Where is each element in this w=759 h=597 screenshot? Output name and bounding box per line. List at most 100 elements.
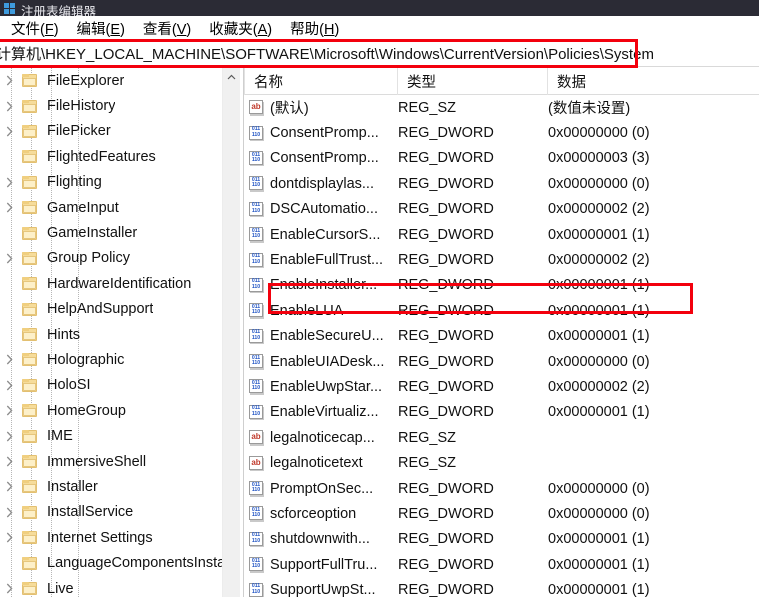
chevron-right-icon[interactable] [0,101,18,112]
tree-item[interactable]: Installer [0,474,240,499]
tree-item[interactable]: Group Policy [0,246,240,271]
table-row[interactable]: 011 110 EnableUwpStar... REG_DWORD 0x0000000… [244,374,759,399]
menu-favorites[interactable]: 收藏夹(A) [200,16,281,41]
chevron-right-icon[interactable] [0,202,18,213]
dword-value-icon: 011 110 [248,125,265,142]
value-name-cell: 011 110 shutdownwith... [244,531,398,548]
value-name-cell: ab legalnoticetext [244,455,398,472]
folder-icon [18,556,40,570]
value-name-cell: 011 110 EnableUwpStar... [244,379,398,395]
chevron-right-icon[interactable] [0,481,18,492]
registry-values-list[interactable]: ab (默认) REG_SZ (数值未设置) 011 110 ConsentPromp...… [244,95,759,597]
value-type: REG_DWORD [398,150,494,167]
column-header-data[interactable]: 数据 [548,68,759,95]
table-row[interactable]: 011 110 DSCAutomatio... REG_DWORD 0x00000002… [244,197,759,222]
tree-item[interactable]: HomeGroup [0,398,240,423]
chevron-right-icon[interactable] [0,177,18,188]
table-row[interactable]: 011 110 EnableFullTrust... REG_DWORD 0x00000… [244,247,759,272]
dword-value-icon: 011 110 [248,557,265,573]
tree-item[interactable]: FileHistory [0,93,240,118]
column-header-type[interactable]: 类型 [398,68,548,95]
chevron-right-icon[interactable] [0,456,18,467]
chevron-right-icon[interactable] [0,354,18,365]
tree-item-label: HelpAndSupport [47,301,154,318]
chevron-right-icon[interactable] [0,405,18,416]
menu-view[interactable]: 查看(V) [134,16,200,41]
chevron-right-icon[interactable] [0,532,18,543]
value-type: REG_DWORD [398,353,494,370]
tree-item[interactable]: FlightedFeatures [0,144,240,169]
tree-item[interactable]: LanguageComponentsInstaller [0,550,240,575]
value-type: REG_DWORD [398,556,494,573]
chevron-right-icon[interactable] [0,253,18,264]
tree-item[interactable]: Hints [0,322,240,347]
table-row[interactable]: 011 110 scforceoption REG_DWORD 0x00000000 (… [244,501,759,526]
tree-item[interactable]: GameInput [0,195,240,220]
registry-tree[interactable]: FileExplorer FileHistory FilePicker Flighte… [0,68,240,597]
chevron-right-icon[interactable] [0,126,18,137]
dword-value-icon: 011 110 [248,176,265,192]
table-row[interactable]: 011 110 EnableInstaller... REG_DWORD 0x00000… [244,273,759,298]
tree-item-label: HomeGroup [47,402,126,419]
menu-file[interactable]: 文件(F) [2,16,68,41]
table-row[interactable]: 011 110 ConsentPromp... REG_DWORD 0x00000000… [244,120,759,145]
value-name-cell: 011 110 scforceoption [244,506,398,522]
table-row[interactable]: ab legalnoticetext REG_SZ [244,450,759,475]
value-type: REG_DWORD [398,328,494,345]
column-header-name[interactable]: 名称 [244,68,398,95]
table-row[interactable]: 011 110 ConsentPromp... REG_DWORD 0x00000003… [244,146,759,171]
registry-tree-pane[interactable]: FileExplorer FileHistory FilePicker Flighte… [0,68,240,597]
menu-edit[interactable]: 编辑(E) [68,16,134,41]
value-name: shutdownwith... [270,531,370,548]
tree-item[interactable]: HoloSI [0,373,240,398]
table-row[interactable]: 011 110 SupportFullTru... REG_DWORD 0x000000… [244,552,759,577]
chevron-up-icon[interactable] [223,68,240,85]
folder-icon [18,455,40,469]
table-row[interactable]: 011 110 PromptOnSec... REG_DWORD 0x00000000 … [244,476,759,501]
tree-scrollbar[interactable] [222,68,240,597]
chevron-right-icon[interactable] [0,507,18,518]
value-name: ConsentPromp... [270,150,379,167]
table-row[interactable]: 011 110 EnableVirtualiz... REG_DWORD 0x00000… [244,400,759,425]
table-row[interactable]: 011 110 EnableLUA REG_DWORD 0x00000001 (1) [244,298,759,323]
tree-item[interactable]: Holographic [0,347,240,372]
registry-values-pane[interactable]: 名称 类型 数据 ab (默认) REG_SZ (数值未设置) 011 110 Consen… [244,68,759,597]
address-bar[interactable]: 计算机\HKEY_LOCAL_MACHINE\SOFTWARE\Microsof… [0,40,759,67]
menu-help[interactable]: 帮助(H) [281,16,348,41]
registry-editor-icon [4,2,15,14]
tree-item[interactable]: GameInstaller [0,220,240,245]
table-row[interactable]: 011 110 dontdisplaylas... REG_DWORD 0x000000… [244,171,759,196]
folder-icon [18,582,40,595]
tree-item[interactable]: Live [0,576,240,597]
table-row[interactable]: 011 110 shutdownwith... REG_DWORD 0x00000001… [244,527,759,552]
tree-item[interactable]: InstallService [0,500,240,525]
tree-item[interactable]: IME [0,423,240,448]
chevron-right-icon[interactable] [0,583,18,594]
tree-item[interactable]: HardwareIdentification [0,271,240,296]
table-row[interactable]: 011 110 SupportUwpSt... REG_DWORD 0x00000001… [244,577,759,597]
value-name: SupportFullTru... [270,556,378,573]
chevron-right-icon[interactable] [0,431,18,442]
tree-item-label: FlightedFeatures [47,148,156,165]
chevron-right-icon[interactable] [0,75,18,86]
tree-item[interactable]: Internet Settings [0,525,240,550]
tree-item-label: HardwareIdentification [47,275,192,292]
table-row[interactable]: ab (默认) REG_SZ (数值未设置) [244,95,759,120]
tree-item[interactable]: Flighting [0,170,240,195]
value-type: REG_DWORD [398,175,494,192]
tree-item[interactable]: HelpAndSupport [0,297,240,322]
main-content: FileExplorer FileHistory FilePicker Flighte… [0,68,759,597]
table-row[interactable]: 011 110 EnableUIADesk... REG_DWORD 0x0000000… [244,349,759,374]
value-name-cell: 011 110 EnableInstaller... [244,277,398,294]
tree-item[interactable]: FileExplorer [0,68,240,93]
table-row[interactable]: 011 110 EnableCursorS... REG_DWORD 0x0000000… [244,222,759,247]
tree-item[interactable]: ImmersiveShell [0,449,240,474]
tree-item-label: FilePicker [47,123,111,140]
value-data: 0x00000001 (1) [548,531,650,548]
address-path[interactable]: 计算机\HKEY_LOCAL_MACHINE\SOFTWARE\Microsof… [0,43,654,64]
value-name: scforceoption [270,505,357,522]
tree-item[interactable]: FilePicker [0,119,240,144]
table-row[interactable]: ab legalnoticecap... REG_SZ [244,425,759,450]
chevron-right-icon[interactable] [0,380,18,391]
table-row[interactable]: 011 110 EnableSecureU... REG_DWORD 0x0000000… [244,324,759,349]
